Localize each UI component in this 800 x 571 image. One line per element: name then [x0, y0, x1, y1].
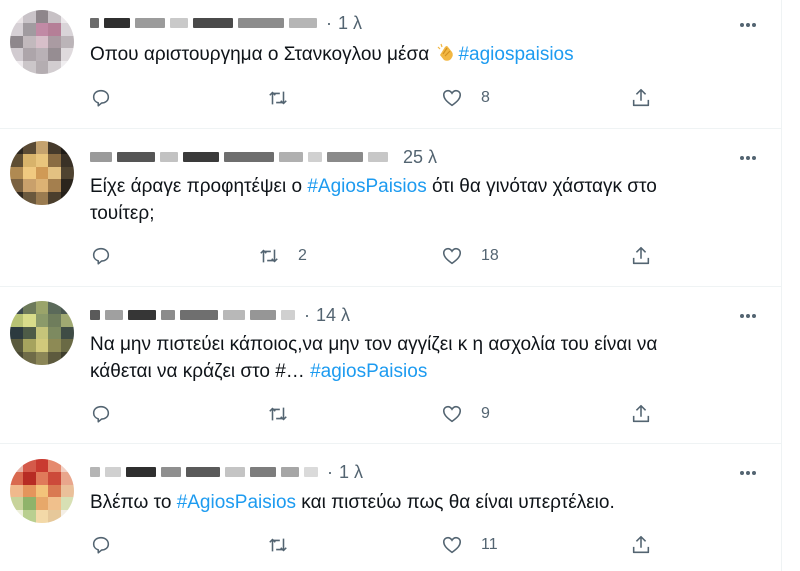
retweet-count: 2 [298, 247, 307, 264]
text-part: Να μην πιστεύει κάποιος,να μην τον αγγίζ… [90, 334, 658, 355]
retweet-button[interactable] [267, 402, 289, 426]
tweet[interactable]: · 14 λ Να μην πιστεύει κάποιος,να μην το… [0, 287, 781, 444]
retweet-icon [269, 407, 287, 421]
avatar[interactable] [10, 10, 74, 74]
tweet-feed: · 1 λ Οπου αριστουργημα ο Στανκογλου μέσ… [0, 0, 781, 571]
tweet[interactable]: · 1 λ Βλέπω το #AgiosPaisios και πιστεύω… [0, 444, 781, 571]
more-icon[interactable] [737, 14, 759, 36]
retweet-icon [269, 538, 287, 552]
tweet-header: · 14 λ [90, 304, 350, 326]
text-part: κάθεται να κράζει στο #… [90, 361, 311, 382]
share-button[interactable] [630, 533, 652, 557]
tweet-time[interactable]: 25 λ [403, 147, 437, 168]
blurred-username[interactable] [90, 18, 99, 28]
more-icon[interactable] [737, 305, 759, 327]
like-count: 8 [481, 89, 490, 106]
reply-icon [92, 247, 110, 265]
text-part: και πιστεύω πως θα είναι υπερτέλειο. [296, 492, 615, 513]
reply-icon [92, 89, 110, 107]
heart-icon [442, 247, 462, 265]
like-button[interactable]: 11 [441, 533, 498, 557]
avatar[interactable] [10, 459, 74, 523]
tweet[interactable]: · 1 λ Οπου αριστουργημα ο Στανκογλου μέσ… [0, 0, 781, 129]
tweet-time[interactable]: 1 λ [339, 462, 363, 483]
retweet-button[interactable] [267, 533, 289, 557]
clapping-hands-emoji [436, 43, 456, 63]
separator-dot: · [326, 13, 332, 33]
share-button[interactable] [630, 86, 652, 110]
more-icon[interactable] [737, 147, 759, 169]
share-icon [632, 246, 650, 265]
tweet[interactable]: 25 λ Είχε άραγε προφητέψει ο #AgiosPaisi… [0, 129, 781, 287]
heart-icon [442, 405, 462, 423]
retweet-button[interactable] [267, 86, 289, 110]
tweet-time[interactable]: 1 λ [338, 13, 362, 34]
tweet-text: Να μην πιστεύει κάποιος,να μην τον αγγίζ… [90, 331, 750, 385]
tweet-text: Είχε άραγε προφητέψει ο #AgiosPaisios ότ… [90, 173, 750, 227]
like-button[interactable]: 8 [441, 86, 490, 110]
tweet-actions: 2 18 [90, 244, 670, 268]
reply-icon [92, 536, 110, 554]
retweet-icon [269, 91, 287, 105]
tweet-text: Βλέπω το #AgiosPaisios και πιστεύω πως θ… [90, 489, 750, 516]
tweet-header: · 1 λ [90, 12, 362, 34]
reply-icon [92, 405, 110, 423]
avatar[interactable] [10, 301, 74, 365]
text-part: Οπου αριστουργημα ο Στανκογλου μέσα [90, 44, 435, 65]
like-count: 11 [481, 536, 498, 553]
tweet-actions: 9 [90, 402, 670, 426]
text-part: Είχε άραγε προφητέψει ο [90, 176, 308, 197]
like-count: 9 [481, 405, 490, 422]
share-icon [632, 535, 650, 554]
blurred-username[interactable] [90, 310, 100, 320]
tweet-actions: 11 [90, 533, 670, 557]
text-part: ότι θα γινόταν χάσταγκ στο [426, 176, 657, 197]
heart-icon [442, 89, 462, 107]
like-count: 18 [481, 247, 499, 264]
hashtag-link[interactable]: #agiosPaisios [310, 361, 427, 382]
reply-button[interactable] [90, 244, 112, 268]
text-part: Βλέπω το [90, 492, 177, 513]
blurred-username[interactable] [90, 467, 100, 477]
tweet-actions: 8 [90, 86, 670, 110]
reply-button[interactable] [90, 86, 112, 110]
more-icon[interactable] [737, 462, 759, 484]
share-button[interactable] [630, 244, 652, 268]
text-part: τουίτερ; [90, 203, 155, 224]
tweet-time[interactable]: 14 λ [316, 305, 350, 326]
blurred-username[interactable] [90, 152, 112, 162]
share-button[interactable] [630, 402, 652, 426]
hashtag-link[interactable]: #AgiosPaisios [177, 492, 296, 513]
separator-dot: · [304, 305, 310, 325]
reply-button[interactable] [90, 533, 112, 557]
separator-dot: · [327, 462, 333, 482]
like-button[interactable]: 9 [441, 402, 490, 426]
hashtag-link[interactable]: #agiospaisios [458, 44, 573, 65]
tweet-header: 25 λ [90, 146, 437, 168]
heart-icon [442, 536, 462, 554]
hashtag-link[interactable]: #AgiosPaisios [307, 176, 426, 197]
tweet-header: · 1 λ [90, 461, 363, 483]
tweet-text: Οπου αριστουργημα ο Στανκογλου μέσα #agi… [90, 41, 750, 68]
share-icon [632, 404, 650, 423]
reply-button[interactable] [90, 402, 112, 426]
share-icon [632, 88, 650, 107]
like-button[interactable]: 18 [441, 244, 499, 268]
retweet-button[interactable]: 2 [258, 244, 307, 268]
right-edge [781, 0, 800, 571]
retweet-icon [260, 249, 278, 263]
avatar[interactable] [10, 141, 74, 205]
